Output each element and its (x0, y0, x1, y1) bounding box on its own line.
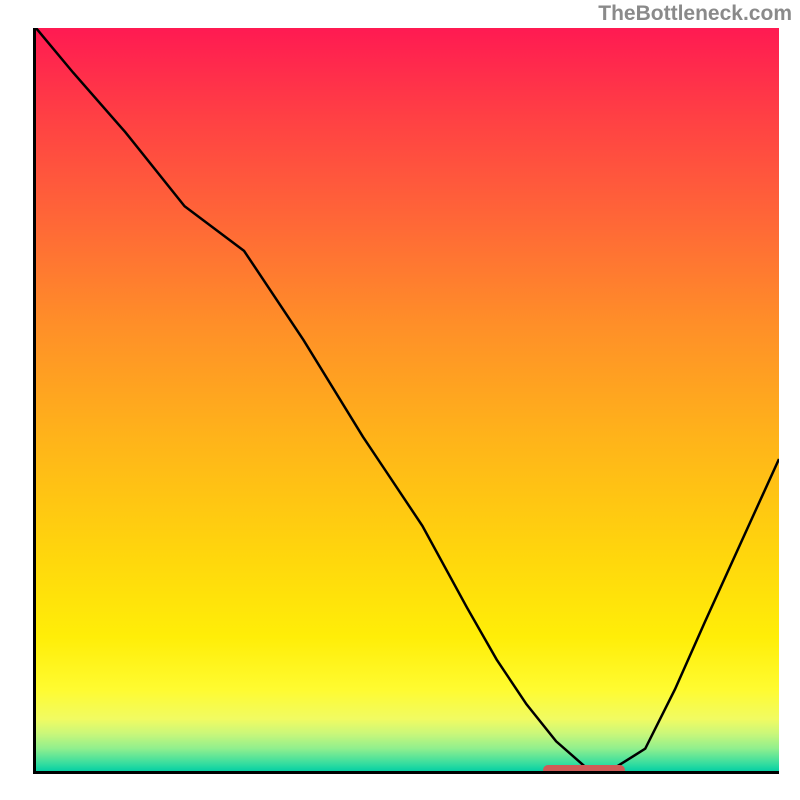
attribution-text: TheBottleneck.com (598, 2, 792, 26)
bottleneck-curve (36, 28, 779, 771)
chart-plot-area (33, 28, 779, 774)
minimum-marker (543, 765, 625, 774)
